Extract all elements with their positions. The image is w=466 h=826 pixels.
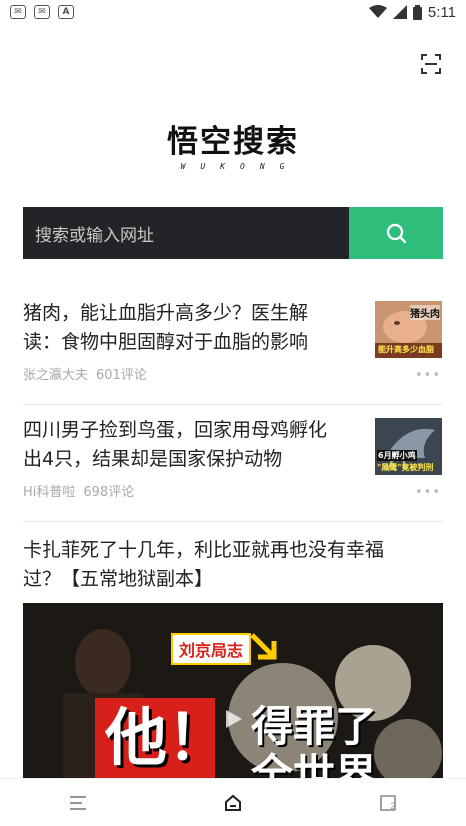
tab-count: 2 xyxy=(390,800,396,811)
logo-subtitle: WUKONG xyxy=(180,162,300,171)
news-source: Hi科普啦 xyxy=(23,485,76,500)
menu-button[interactable] xyxy=(48,781,108,825)
home-icon xyxy=(224,794,241,811)
search-icon xyxy=(386,223,407,244)
news-feed: 猪肉，能让血脂升高多少？医生解读：食物中胆固醇对于血脂的影响 张之瀛大夫 601… xyxy=(0,288,466,783)
search-button[interactable] xyxy=(349,207,443,259)
news-meta: Hi科普啦 698评论 xyxy=(23,481,134,500)
cover-text-1: 得罪了 xyxy=(251,702,378,751)
scan-button[interactable] xyxy=(418,52,444,76)
news-thumbnail[interactable]: 猪头肉 能升高多少血脂 xyxy=(375,301,442,358)
wifi-icon xyxy=(368,5,387,18)
more-options-icon[interactable]: ••• xyxy=(415,485,441,500)
status-time: 5:11 xyxy=(427,3,456,21)
bottom-nav: 2 xyxy=(0,778,466,826)
play-icon[interactable] xyxy=(221,707,245,731)
news-meta: 张之瀛大夫 601评论 xyxy=(23,364,147,383)
cover-badge: 刘京局志 xyxy=(171,633,252,665)
more-options-icon[interactable]: ••• xyxy=(415,368,441,383)
logo-title: 悟空搜索 xyxy=(167,124,299,160)
news-comments: 698评论 xyxy=(83,485,135,500)
news-title[interactable]: 四川男子捡到鸟蛋，回家用母鸡孵化出4只，结果却是国家保护动物 xyxy=(23,405,343,474)
home-button[interactable] xyxy=(203,781,263,825)
thumb-caption-top: 猪头肉 xyxy=(410,305,440,320)
search-bar: 搜索或输入网址 xyxy=(23,207,443,259)
notification-icon: ✉ xyxy=(34,5,50,19)
news-source: 张之瀛大夫 xyxy=(23,368,89,383)
thumb-caption-bottom: 能升高多少血脂 xyxy=(378,345,434,354)
tabs-button[interactable]: 2 xyxy=(358,781,418,825)
status-bar: ✉ ✉ A 5:11 xyxy=(0,0,466,24)
news-item[interactable]: 猪肉，能让血脂升高多少？医生解读：食物中胆固醇对于血脂的影响 张之瀛大夫 601… xyxy=(23,288,443,405)
thumb-caption-bottom: "黑鹰"竟被判刑 xyxy=(377,463,434,472)
battery-icon xyxy=(412,4,422,20)
font-icon: A xyxy=(58,5,74,19)
arrow-icon xyxy=(250,633,277,660)
news-comments: 601评论 xyxy=(96,368,147,383)
featured-news-item[interactable]: 卡扎菲死了十几年，利比亚就再也没有幸福过？【五常地狱副本】 刘京局志 他！ 得罪… xyxy=(23,522,443,783)
news-item[interactable]: 四川男子捡到鸟蛋，回家用母鸡孵化出4只，结果却是国家保护动物 Hi科普啦 698… xyxy=(23,405,443,522)
cover-big-char: 他！ xyxy=(105,701,230,774)
news-title[interactable]: 猪肉，能让血脂升高多少？医生解读：食物中胆固醇对于血脂的影响 xyxy=(23,288,343,357)
video-cover[interactable]: 刘京局志 他！ 得罪了 全世界 xyxy=(23,603,443,783)
signal-icon xyxy=(392,5,407,19)
news-thumbnail[interactable]: 6月孵小鸡 "黑鹰"竟被判刑 xyxy=(375,418,442,475)
notification-icon: ✉ xyxy=(10,5,26,19)
app-logo: 悟空搜索 WUKONG xyxy=(0,122,466,171)
menu-icon xyxy=(69,795,86,810)
search-input[interactable]: 搜索或输入网址 xyxy=(23,207,349,259)
news-title[interactable]: 卡扎菲死了十几年，利比亚就再也没有幸福过？【五常地狱副本】 xyxy=(23,522,413,594)
scan-icon xyxy=(421,54,441,74)
thumb-caption-top: 6月孵小鸡 xyxy=(377,450,417,461)
